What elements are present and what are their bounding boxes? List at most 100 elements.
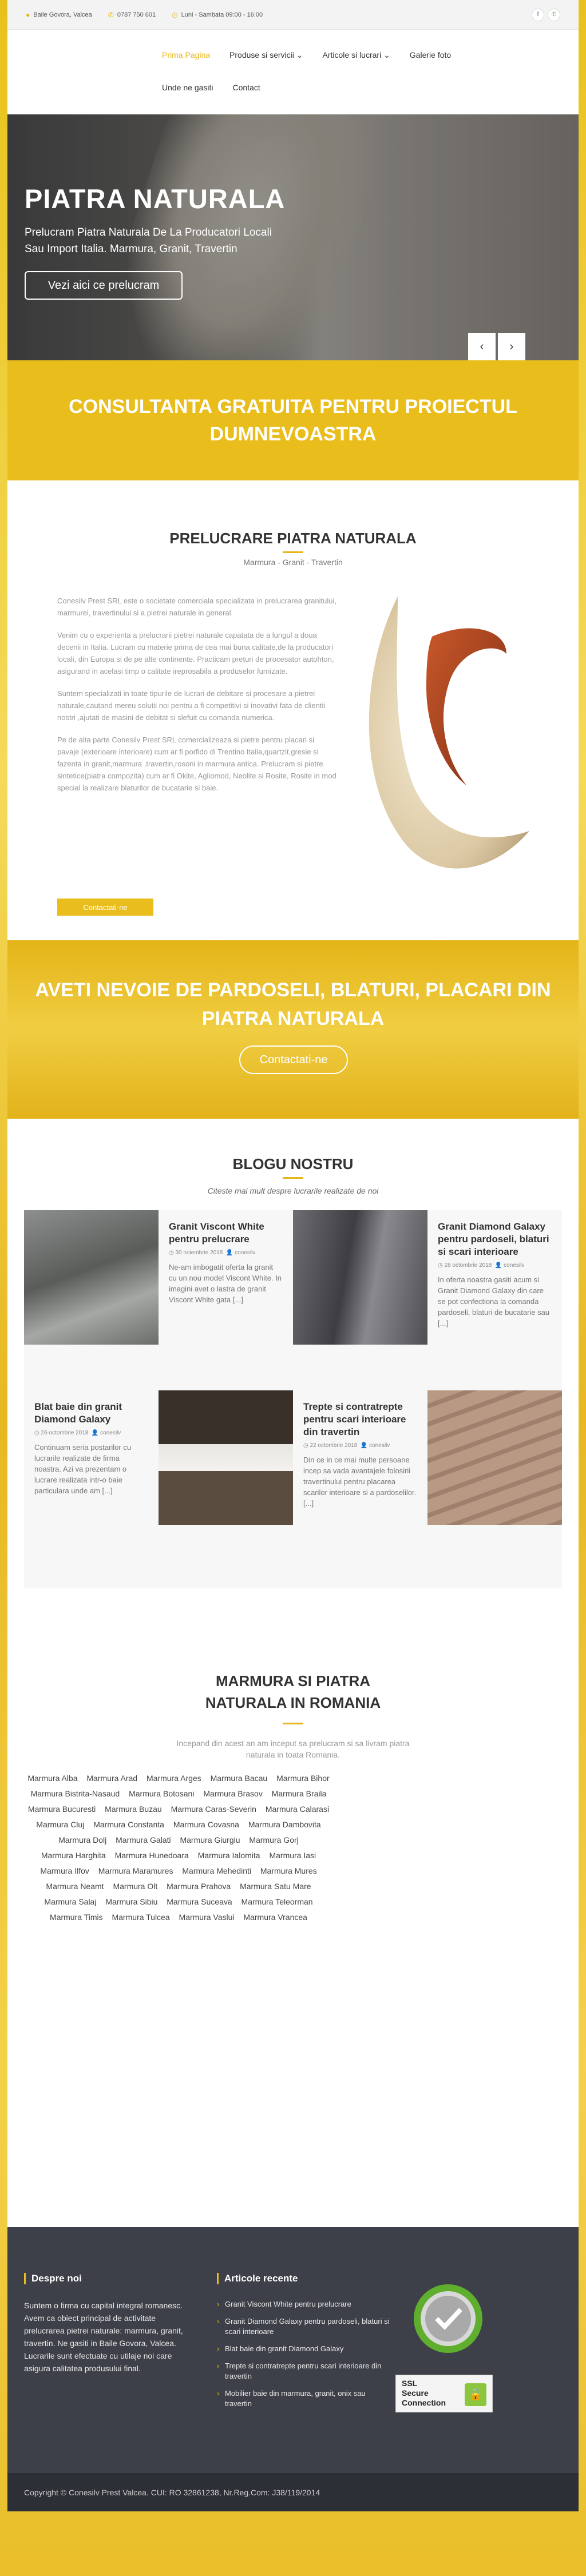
post-image[interactable] <box>427 1390 562 1525</box>
recent-article-link[interactable]: Blat baie din granit Diamond Galaxy <box>217 2344 394 2354</box>
marmura-tag-link[interactable]: Marmura Timis <box>50 1910 103 1925</box>
contact-button[interactable]: Contactati-ne <box>57 899 153 916</box>
hero-button[interactable]: Vezi aici ce prelucram <box>25 271 183 300</box>
marmura-subtitle: Incepand din acest an am inceput sa prel… <box>176 1739 410 1759</box>
marmura-tag-link[interactable]: Marmura Brasov <box>203 1786 262 1802</box>
marble-sculpture-image <box>369 597 529 869</box>
recent-article-link[interactable]: Mobilier baie din marmura, granit, onix … <box>217 2388 394 2409</box>
blog-card[interactable]: Trepte si contratrepte pentru scari inte… <box>293 1390 562 1525</box>
marmura-tag-link[interactable]: Marmura Bistrita-Nasaud <box>31 1786 120 1802</box>
post-excerpt: Continuam seria postarilor cu lucrarile … <box>34 1443 132 1495</box>
post-image[interactable] <box>159 1390 293 1525</box>
nav-item-produse[interactable]: Produse si servicii ⌄ <box>229 50 303 60</box>
post-title[interactable]: Granit Diamond Galaxy pentru pardoseli, … <box>438 1221 552 1258</box>
marmura-tag-link[interactable]: Marmura Tulcea <box>112 1910 169 1925</box>
prelucrare-subtitle: Marmura - Granit - Travertin <box>243 558 343 567</box>
marmura-tag-link[interactable]: Marmura Prahova <box>167 1879 231 1894</box>
nav-item-prima-pagina[interactable]: Prima Pagina <box>162 50 210 60</box>
post-excerpt: Ne-am imbogatit oferta la granit cu un n… <box>169 1263 282 1304</box>
post-meta: ◷ 30 noiembrie 2018 👤 conesilv <box>169 1250 256 1256</box>
post-title[interactable]: Granit Viscont White pentru prelucrare <box>169 1221 283 1246</box>
marmura-tag-link[interactable]: Marmura Constanta <box>93 1817 164 1832</box>
marmura-tag-link[interactable]: Marmura Neamt <box>46 1879 104 1894</box>
marmura-tag-link[interactable]: Marmura Giurgiu <box>180 1832 240 1848</box>
nav-item-galerie[interactable]: Galerie foto <box>410 50 451 60</box>
cta-title: AVETI NEVOIE DE PARDOSELI, BLATURI, PLAC… <box>35 979 551 1029</box>
marmura-tag-link[interactable]: Marmura Bucuresti <box>28 1802 96 1817</box>
nav-item-unde-ne-gasiti[interactable]: Unde ne gasiti <box>162 83 213 92</box>
marmura-tag-link[interactable]: Marmura Botosani <box>129 1786 194 1802</box>
marmura-tag-link[interactable]: Marmura Gorj <box>249 1832 298 1848</box>
marmura-tag-link[interactable]: Marmura Calarasi <box>266 1802 329 1817</box>
blog-card[interactable]: Granit Diamond Galaxy pentru pardoseli, … <box>293 1210 562 1345</box>
nav-item-articole[interactable]: Articole si lucrari ⌄ <box>322 50 390 60</box>
blog-card[interactable]: Granit Viscont White pentru prelucrare ◷… <box>24 1210 293 1345</box>
post-meta: ◷ 28 octombrie 2018 👤 conesilv <box>438 1262 525 1269</box>
marmura-tag-link[interactable]: Marmura Ilfov <box>40 1863 89 1879</box>
copyright-text: Copyright © Conesilv Prest Valcea. CUI: … <box>24 2487 320 2497</box>
marmura-tag-link[interactable]: Marmura Salaj <box>44 1894 96 1910</box>
marmura-tag-link[interactable]: Marmura Arges <box>146 1771 201 1786</box>
page: ● Baile Govora, Valcea ✆ 0787 750 601 ◷ Lun… <box>7 0 579 2511</box>
address-info: ● Baile Govora, Valcea <box>26 10 92 19</box>
slider-next-button[interactable]: › <box>498 333 525 360</box>
marmura-tag-link[interactable]: Marmura Bacau <box>211 1771 268 1786</box>
marmura-tag-link[interactable]: Marmura Galati <box>116 1832 171 1848</box>
nav-item-contact[interactable]: Contact <box>233 83 260 92</box>
recent-article-link[interactable]: Granit Diamond Galaxy pentru pardoseli, … <box>217 2316 394 2337</box>
marmura-tag-link[interactable]: Marmura Braila <box>272 1786 327 1802</box>
title-underline <box>283 551 303 553</box>
recent-article-link[interactable]: Trepte si contratrepte pentru scari inte… <box>217 2361 394 2382</box>
marmura-tag-link[interactable]: Marmura Caras-Severin <box>171 1802 256 1817</box>
marmura-tag-link[interactable]: Marmura Maramures <box>98 1863 173 1879</box>
facebook-icon[interactable]: f <box>532 8 544 21</box>
marmura-tag-list: Marmura Alba Marmura Arad Marmura Arges … <box>24 1771 333 1925</box>
marmura-tag-link[interactable]: Marmura Teleorman <box>241 1894 313 1910</box>
marmura-tag-link[interactable]: Marmura Mehedinti <box>182 1863 251 1879</box>
lock-icon: 🔒 <box>465 2383 486 2406</box>
marmura-tag-link[interactable]: Marmura Hunedoara <box>115 1848 189 1863</box>
marmura-section: MARMURA SI PIATRA NATURALA IN ROMANIA In… <box>7 1611 579 2227</box>
blog-card[interactable]: Blat baie din granit Diamond Galaxy ◷ 26… <box>24 1390 293 1525</box>
marmura-tag-link[interactable]: Marmura Vrancea <box>243 1910 307 1925</box>
top-bar: ● Baile Govora, Valcea ✆ 0787 750 601 ◷ Lun… <box>7 0 579 30</box>
recent-articles-list: Granit Viscont White pentru prelucrare G… <box>217 2299 394 2416</box>
marmura-tag-link[interactable]: Marmura Iasi <box>269 1848 316 1863</box>
recent-article-link[interactable]: Granit Viscont White pentru prelucrare <box>217 2299 394 2309</box>
marmura-tag-link[interactable]: Marmura Vaslui <box>179 1910 235 1925</box>
marmura-tag-link[interactable]: Marmura Ialomita <box>198 1848 260 1863</box>
location-icon: ● <box>26 10 30 19</box>
post-meta: ◷ 26 octombrie 2018 👤 conesilv <box>34 1430 121 1436</box>
marmura-tag-link[interactable]: Marmura Buzau <box>105 1802 162 1817</box>
post-image[interactable] <box>24 1210 159 1345</box>
post-title[interactable]: Trepte si contratrepte pentru scari inte… <box>303 1401 417 1438</box>
main-navigation: Prima Pagina Produse si servicii ⌄ Artic… <box>7 30 579 114</box>
marmura-tag-link[interactable]: Marmura Alba <box>27 1771 77 1786</box>
marmura-tag-link[interactable]: Marmura Covasna <box>173 1817 239 1832</box>
blog-section: BLOGU NOSTRU Citeste mai mult despre luc… <box>7 1119 579 1611</box>
cta-contact-button[interactable]: Contactati-ne <box>239 1045 348 1074</box>
marmura-tag-link[interactable]: Marmura Cluj <box>36 1817 84 1832</box>
slider-prev-button[interactable]: ‹ <box>468 333 496 360</box>
paragraph: Venim cu o experienta a prelucrarii piet… <box>57 631 334 675</box>
marmura-tag-link[interactable]: Marmura Mures <box>260 1863 317 1879</box>
marmura-tag-link[interactable]: Marmura Harghita <box>41 1848 106 1863</box>
consultanta-banner: CONSULTANTA GRATUITA PENTRU PROIECTUL DU… <box>7 360 579 480</box>
social-links: f ✆ <box>532 8 560 21</box>
marmura-tag-link[interactable]: Marmura Sibiu <box>105 1894 157 1910</box>
post-excerpt: Din ce in ce mai multe persoane incep sa… <box>303 1456 417 1508</box>
post-image[interactable] <box>293 1210 427 1345</box>
marmura-tag-link[interactable]: Marmura Satu Mare <box>240 1879 311 1894</box>
marmura-tag-link[interactable]: Marmura Dolj <box>58 1832 106 1848</box>
marmura-tag-link[interactable]: Marmura Dambovita <box>248 1817 321 1832</box>
footer-about-title: Despre noi <box>24 2273 82 2284</box>
whatsapp-icon[interactable]: ✆ <box>548 8 560 21</box>
marmura-tag-link[interactable]: Marmura Arad <box>86 1771 137 1786</box>
marmura-tag-link[interactable]: Marmura Olt <box>113 1879 157 1894</box>
marmura-tag-link[interactable]: Marmura Suceava <box>167 1894 232 1910</box>
phone-info[interactable]: ✆ 0787 750 601 <box>108 11 156 19</box>
marmura-tag-link[interactable]: Marmura Bihor <box>276 1771 330 1786</box>
page-background: ● Baile Govora, Valcea ✆ 0787 750 601 ◷ Lun… <box>0 0 586 2576</box>
post-title[interactable]: Blat baie din granit Diamond Galaxy <box>34 1401 148 1426</box>
title-underline <box>283 1177 303 1179</box>
